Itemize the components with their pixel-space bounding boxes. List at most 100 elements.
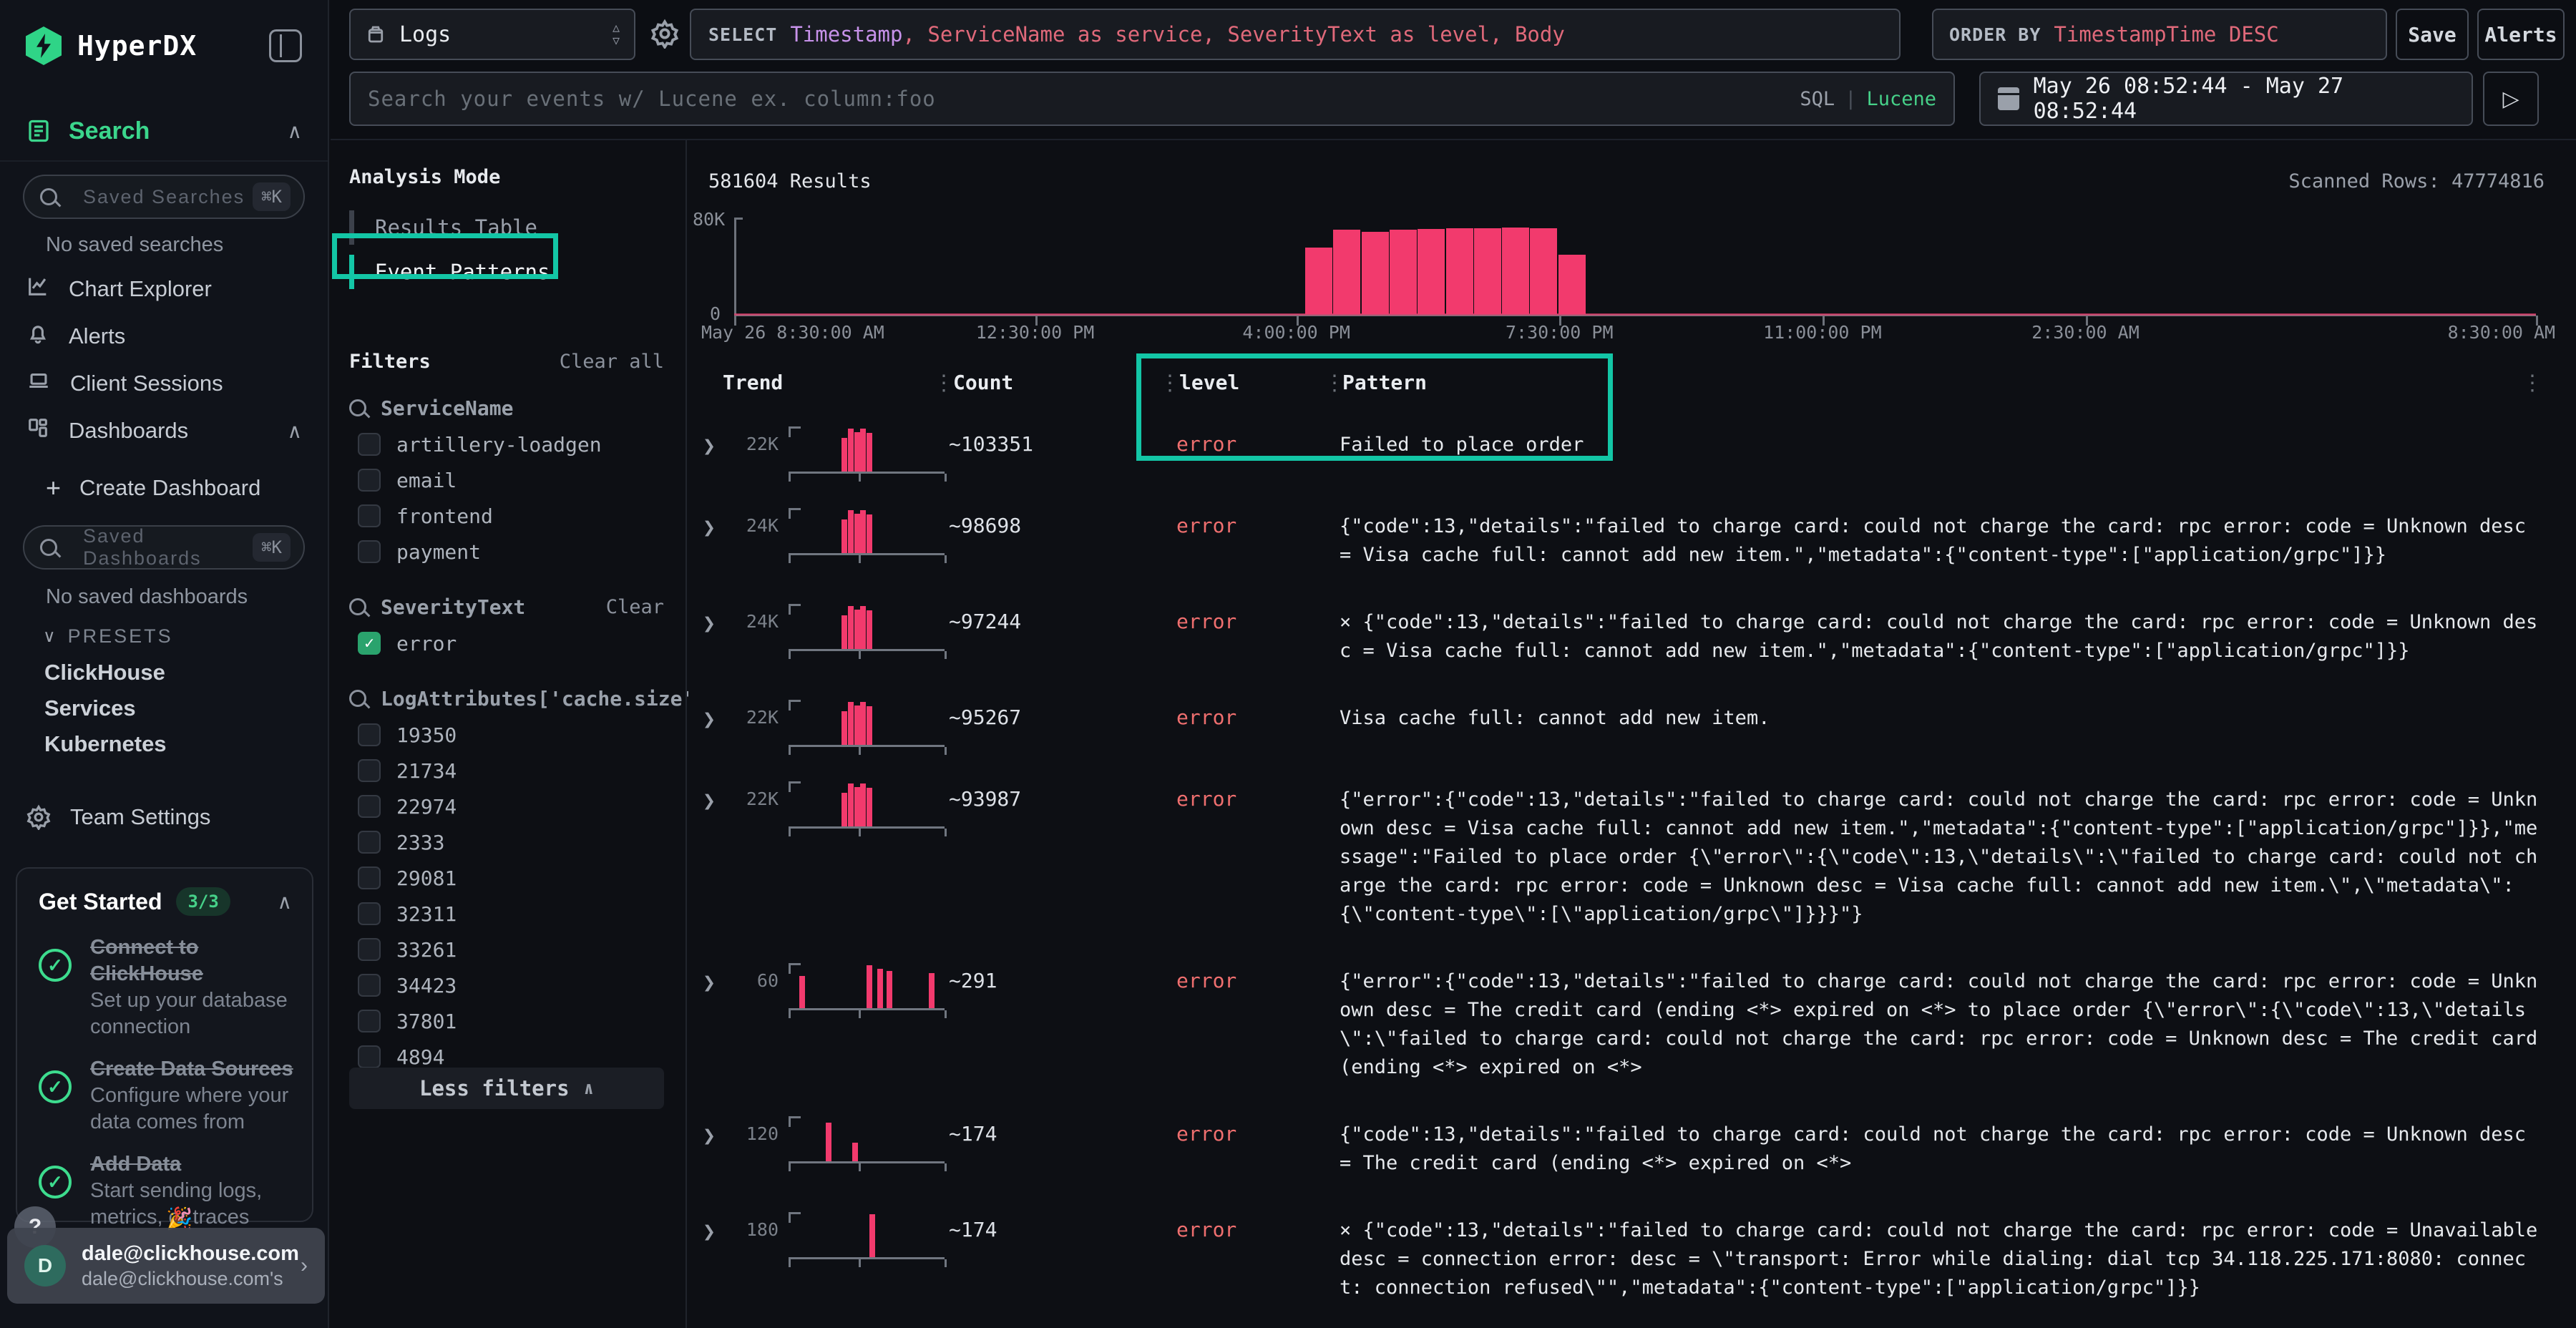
filter-option[interactable]: ✓error <box>349 628 664 658</box>
filter-option[interactable]: 37801 <box>349 1006 664 1036</box>
run-query-button[interactable]: ▷ <box>2483 72 2539 126</box>
drag-handle-icon[interactable]: ⋮ <box>1159 371 1181 396</box>
sidebar-item-search[interactable]: Search ∧ <box>26 113 302 149</box>
get-started-item[interactable]: ✓Connect to ClickHouseSet up your databa… <box>17 923 312 1045</box>
checkbox[interactable] <box>358 723 381 746</box>
expand-chevron-icon[interactable]: ❯ <box>698 970 731 995</box>
date-range-picker[interactable]: May 26 08:52:44 - May 27 08:52:44 <box>1979 72 2473 126</box>
histogram-bar[interactable] <box>1333 230 1360 314</box>
lucene-toggle[interactable]: Lucene <box>1866 88 1936 110</box>
filter-option[interactable]: payment <box>349 537 664 567</box>
preset-item-clickhouse[interactable]: ClickHouse <box>44 660 165 685</box>
expand-chevron-icon[interactable]: ❯ <box>698 611 731 636</box>
table-row[interactable]: ❯24K~97244error× {"code":13,"details":"f… <box>688 591 2576 687</box>
user-profile-chip[interactable]: D dale@clickhouse.com dale@clickhouse.co… <box>7 1228 325 1304</box>
checkbox[interactable] <box>358 433 381 456</box>
checkbox[interactable] <box>358 866 381 889</box>
order-by-input[interactable]: ORDER BY TimestampTime DESC <box>1932 9 2387 60</box>
table-row[interactable]: ❯24K~98698error{"code":13,"details":"fai… <box>688 495 2576 591</box>
get-started-item[interactable]: ✓Add DataStart sending logs, metrics, or… <box>17 1140 312 1235</box>
preset-item-kubernetes[interactable]: Kubernetes <box>44 731 167 757</box>
less-filters-button[interactable]: Less filters ∧ <box>349 1068 664 1109</box>
col-header-count[interactable]: Count <box>953 371 1013 394</box>
pattern-cell[interactable]: {"error":{"code":13,"details":"failed to… <box>1340 960 2547 1082</box>
histogram-bar[interactable] <box>1530 228 1557 314</box>
checkbox[interactable] <box>358 540 381 563</box>
expand-chevron-icon[interactable]: ❯ <box>698 515 731 540</box>
histogram-bar[interactable] <box>1446 228 1473 314</box>
create-dashboard-button[interactable]: + Create Dashboard <box>26 469 302 507</box>
pattern-cell[interactable]: Failed to place order <box>1340 424 2547 474</box>
expand-chevron-icon[interactable]: ❯ <box>698 707 731 732</box>
checkbox[interactable] <box>358 504 381 527</box>
checkbox[interactable] <box>358 831 381 854</box>
histogram-bar[interactable] <box>1502 228 1529 315</box>
sidebar-item-alerts[interactable]: Alerts <box>26 318 302 355</box>
sidebar-collapse-icon[interactable] <box>269 29 302 62</box>
table-row[interactable]: ❯22K~103351errorFailed to place order <box>688 414 2576 495</box>
presets-header[interactable]: ∨ PRESETS <box>43 625 173 648</box>
table-row[interactable]: ❯22K~93987error{"error":{"code":13,"deta… <box>688 768 2576 950</box>
saved-dashboards-input[interactable]: Saved Dashboards ⌘K <box>23 525 305 570</box>
select-query-input[interactable]: SELECT Timestamp, ServiceName as service… <box>690 9 1901 60</box>
table-row[interactable]: ❯120~116error{"error":{"code":13,"detail… <box>688 1324 2576 1328</box>
checkbox[interactable] <box>358 902 381 925</box>
filter-option[interactable]: 33261 <box>349 934 664 965</box>
table-menu-icon[interactable]: ⋮ <box>2522 371 2543 396</box>
checkbox[interactable] <box>358 1045 381 1068</box>
checkbox[interactable] <box>358 938 381 961</box>
alerts-button[interactable]: Alerts <box>2477 9 2565 60</box>
source-settings-button[interactable] <box>650 19 680 52</box>
checkbox[interactable] <box>358 1010 381 1032</box>
expand-chevron-icon[interactable]: ❯ <box>698 434 731 459</box>
pattern-cell[interactable]: {"code":13,"details":"failed to charge c… <box>1340 1113 2547 1178</box>
filter-option[interactable]: frontend <box>349 501 664 531</box>
get-started-item[interactable]: ✓Create Data SourcesConfigure where your… <box>17 1045 312 1140</box>
filter-option[interactable]: 19350 <box>349 720 664 750</box>
expand-chevron-icon[interactable]: ❯ <box>698 1219 731 1244</box>
pattern-cell[interactable]: × {"code":13,"details":"failed to charge… <box>1340 1209 2547 1302</box>
pattern-cell[interactable]: {"error":{"code":13,"details":"failed to… <box>1340 778 2547 929</box>
filter-option[interactable]: 29081 <box>349 863 664 893</box>
histogram-bar[interactable] <box>1558 255 1586 314</box>
sidebar-item-team-settings[interactable]: Team Settings <box>26 799 302 836</box>
lucene-search-input[interactable]: Search your events w/ Lucene ex. column:… <box>349 72 1955 126</box>
checkbox-checked[interactable]: ✓ <box>358 632 381 655</box>
chevron-up-icon[interactable]: ∧ <box>278 890 293 914</box>
histogram-bar[interactable] <box>1390 230 1417 314</box>
pattern-cell[interactable]: Visa cache full: cannot add new item. <box>1340 697 2547 747</box>
table-row[interactable]: ❯60~291error{"error":{"code":13,"details… <box>688 950 2576 1103</box>
sidebar-item-chart-explorer[interactable]: Chart Explorer <box>26 270 302 308</box>
clear-all-button[interactable]: Clear all <box>560 351 664 373</box>
sidebar-item-dashboards[interactable]: Dashboards∧ <box>26 412 302 449</box>
table-row[interactable]: ❯120~174error{"code":13,"details":"faile… <box>688 1103 2576 1199</box>
expand-chevron-icon[interactable]: ❯ <box>698 788 731 814</box>
checkbox[interactable] <box>358 759 381 782</box>
col-header-level[interactable]: level <box>1179 371 1239 394</box>
pattern-cell[interactable]: {"code":13,"details":"failed to charge c… <box>1340 505 2547 570</box>
filter-option[interactable]: 34423 <box>349 970 664 1000</box>
filter-option[interactable]: 22974 <box>349 791 664 821</box>
saved-searches-input[interactable]: Saved Searches ⌘K <box>23 175 305 219</box>
preset-item-services[interactable]: Services <box>44 695 136 721</box>
filter-option[interactable]: artillery-loadgen <box>349 429 664 459</box>
results-histogram[interactable]: 80K 0 <box>734 218 2536 316</box>
table-row[interactable]: ❯180~174error× {"code":13,"details":"fai… <box>688 1199 2576 1324</box>
drag-handle-icon[interactable]: ⋮ <box>933 371 955 396</box>
table-row[interactable]: ❯22K~95267errorVisa cache full: cannot a… <box>688 687 2576 768</box>
filter-option[interactable]: 2333 <box>349 827 664 857</box>
save-button[interactable]: Save <box>2396 9 2469 60</box>
sql-toggle[interactable]: SQL <box>1800 88 1835 110</box>
checkbox[interactable] <box>358 469 381 492</box>
histogram-bar[interactable] <box>1305 248 1332 314</box>
analysis-mode-event-patterns[interactable]: Event Patterns <box>349 253 664 290</box>
checkbox[interactable] <box>358 974 381 997</box>
histogram-bar[interactable] <box>1418 229 1445 314</box>
col-header-pattern[interactable]: Pattern <box>1342 371 1427 394</box>
histogram-bar[interactable] <box>1474 228 1501 314</box>
chevron-up-icon[interactable]: ∧ <box>288 119 303 143</box>
analysis-mode-results-table[interactable]: Results Table <box>349 209 664 246</box>
expand-chevron-icon[interactable]: ❯ <box>698 1123 731 1148</box>
histogram-bar[interactable] <box>1362 232 1389 314</box>
sidebar-item-client-sessions[interactable]: Client Sessions <box>26 365 302 402</box>
